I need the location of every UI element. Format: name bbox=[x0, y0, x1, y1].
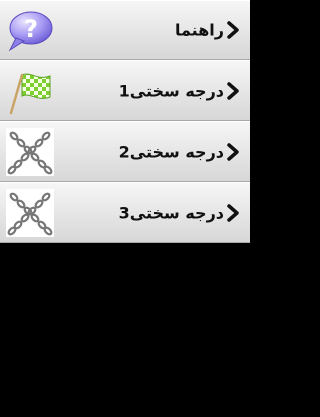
menu-item-level-3[interactable]: درجه سختی3 bbox=[0, 182, 250, 243]
menu-item-help[interactable]: ? راهنما bbox=[0, 0, 250, 60]
empty-area bbox=[0, 243, 250, 413]
checkered-flag-icon bbox=[9, 73, 51, 114]
menu-item-label: درجه سختی3 bbox=[118, 203, 224, 222]
chevron-right-icon bbox=[227, 81, 239, 100]
help-bubble-icon: ? bbox=[8, 11, 53, 52]
menu-item-label: راهنما bbox=[174, 20, 224, 40]
svg-text:?: ? bbox=[24, 15, 38, 43]
chevron-right-icon bbox=[227, 21, 239, 39]
locked-chain-icon bbox=[6, 188, 54, 237]
chevron-right-icon bbox=[227, 203, 239, 222]
locked-chain-icon bbox=[6, 127, 54, 176]
menu-item-level-1[interactable]: درجه سختی1 bbox=[0, 60, 250, 121]
menu-list: ? راهنما درجه سختی1 درجه سختی2 درجه سختی… bbox=[0, 0, 250, 243]
menu-item-level-2[interactable]: درجه سختی2 bbox=[0, 121, 250, 182]
chevron-right-icon bbox=[227, 142, 239, 161]
menu-item-label: درجه سختی1 bbox=[118, 81, 224, 100]
menu-item-label: درجه سختی2 bbox=[118, 142, 224, 161]
